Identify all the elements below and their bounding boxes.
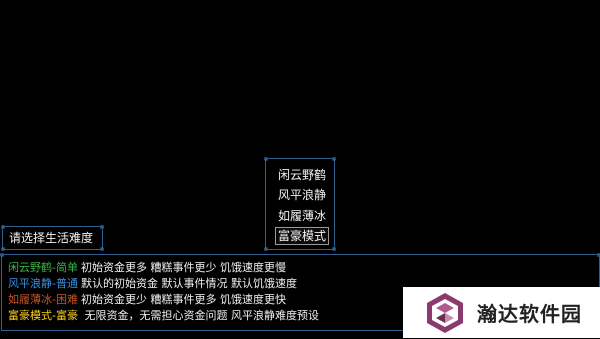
difficulty-menu: 闲云野鹤 风平浪静 如履薄冰 富豪模式	[264, 157, 336, 251]
mode-label: 富豪模式-富豪	[8, 309, 78, 322]
description-row-rich: 富豪模式-富豪 无限资金，无需担心资金问题 风平浪静难度预设	[8, 307, 319, 324]
corner-dot	[332, 247, 336, 251]
corner-dot	[1, 247, 5, 251]
mode-label: 风平浪静-普通	[8, 277, 78, 290]
difficulty-prompt: 请选择生活难度	[1, 225, 104, 251]
mode-label: 如履薄冰-困难	[8, 293, 78, 306]
mode-description: 默认的初始资金 默认事件情况 默认饥饿速度	[80, 277, 297, 290]
description-row-hard: 如履薄冰-困难 初始资金更少 糟糕事件更多 饥饿速度更快	[8, 291, 286, 308]
corner-dot	[332, 157, 336, 161]
description-row-easy: 闲云野鹤-简单 初始资金更多 糟糕事件更少 饥饿速度更慢	[8, 259, 286, 276]
menu-item-rich[interactable]: 富豪模式	[275, 227, 329, 245]
corner-dot	[0, 253, 4, 257]
mode-description: 初始资金更少 糟糕事件更多 饥饿速度更快	[80, 293, 286, 306]
corner-dot	[264, 157, 268, 161]
description-row-normal: 风平浪静-普通 默认的初始资金 默认事件情况 默认饥饿速度	[8, 275, 297, 292]
corner-dot	[100, 225, 104, 229]
corner-dot	[1, 225, 5, 229]
menu-item-normal[interactable]: 风平浪静	[275, 186, 329, 204]
mode-label: 闲云野鹤-简单	[8, 261, 78, 274]
hexagon-logo-icon	[423, 291, 467, 335]
mode-description: 初始资金更多 糟糕事件更少 饥饿速度更慢	[80, 261, 286, 274]
mode-description: 无限资金，无需担心资金问题 风平浪静难度预设	[80, 309, 319, 322]
corner-dot	[264, 247, 268, 251]
menu-item-easy[interactable]: 闲云野鹤	[275, 166, 329, 184]
watermark-text: 瀚达软件园	[477, 302, 582, 326]
watermark: 瀚达软件园	[403, 287, 600, 338]
menu-item-hard[interactable]: 如履薄冰	[275, 207, 329, 225]
prompt-label: 请选择生活难度	[9, 231, 94, 245]
corner-dot	[100, 247, 104, 251]
